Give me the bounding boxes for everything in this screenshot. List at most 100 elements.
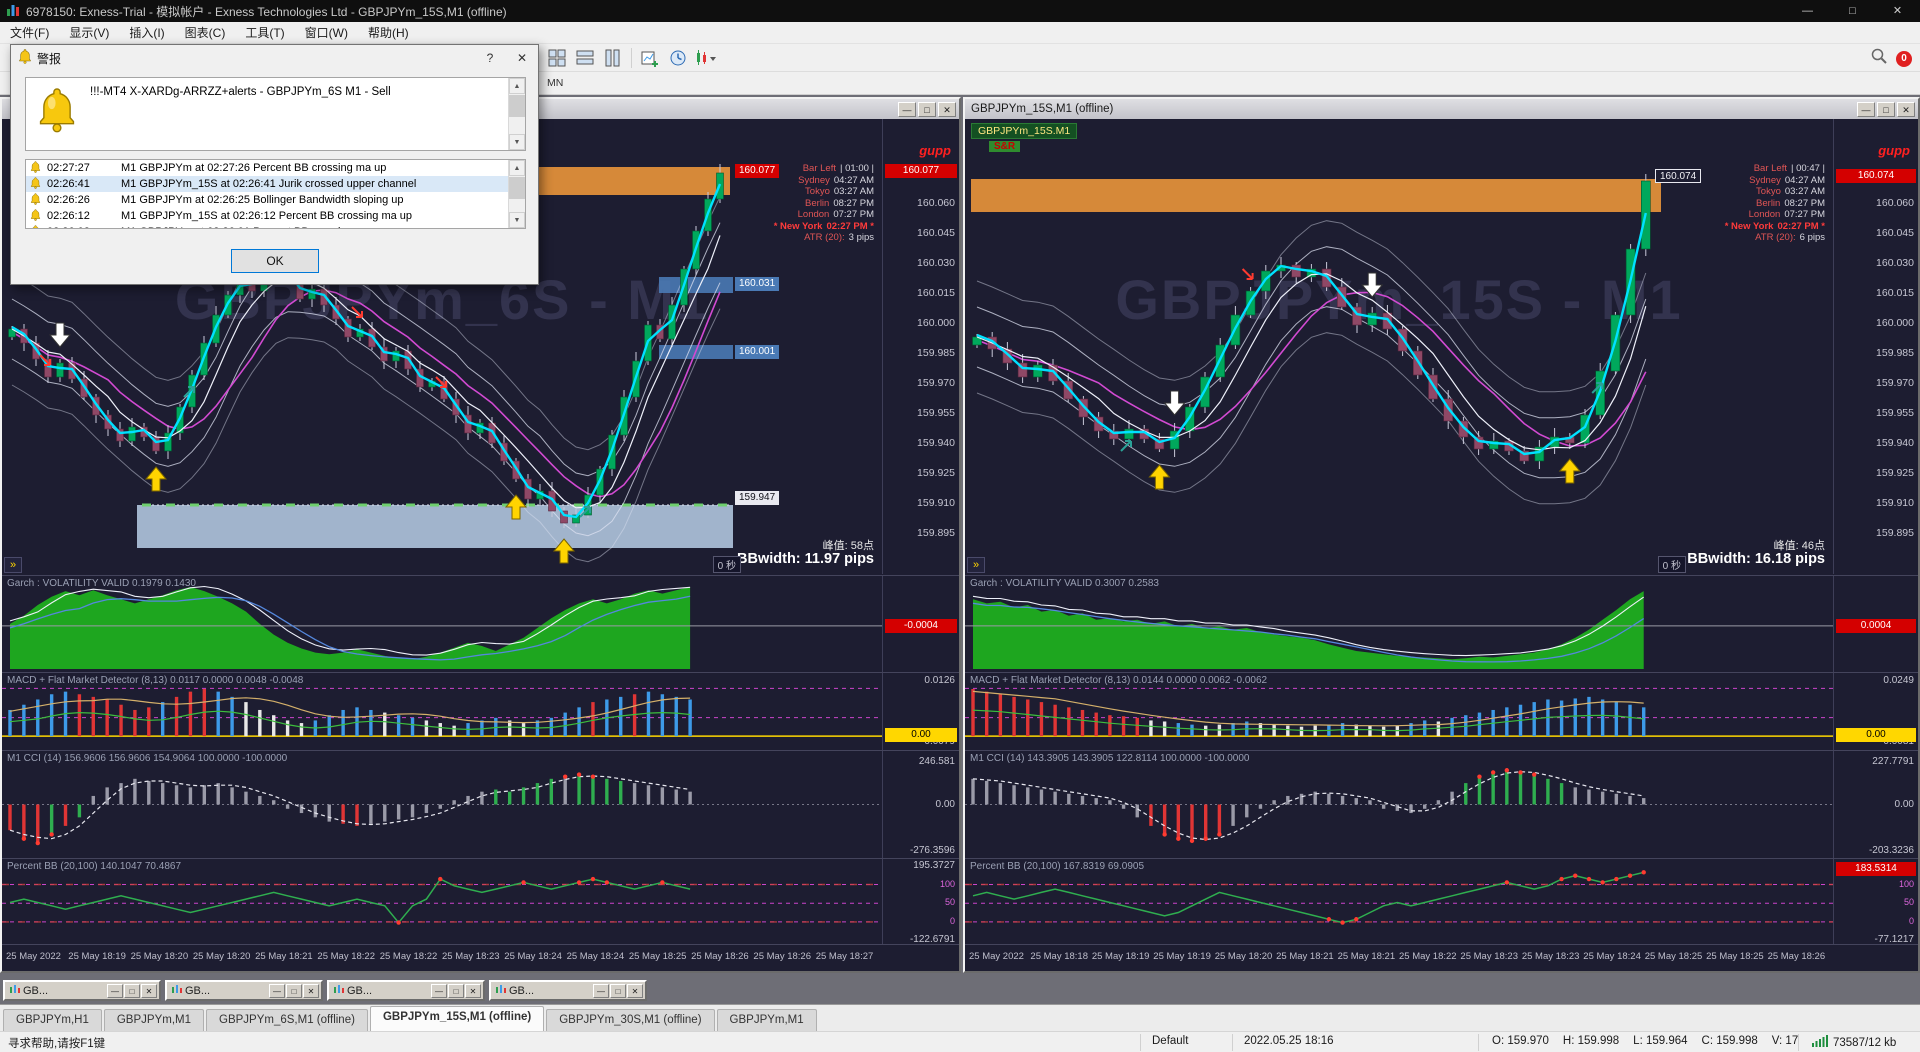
time-axis-label: 25 May 18:23 [1521,951,1580,962]
tab-gbpjpym-m1[interactable]: GBPJPYm,M1 [103,1009,204,1031]
expand-panes-button[interactable]: » [967,557,986,573]
tab-gbpjpym-6s[interactable]: GBPJPYm_6S,M1 (offline) [206,1009,368,1031]
time-axis-label: 25 May 18:21 [1337,951,1396,962]
restore-icon[interactable]: — [107,983,123,998]
restore-icon[interactable]: — [431,983,447,998]
minimized-window-2[interactable]: GB... — □ ✕ [165,980,323,1001]
time-axis-label: 25 May 18:20 [130,951,189,962]
notification-badge[interactable]: 0 [1896,50,1912,67]
search-icon[interactable] [1870,47,1888,70]
indicator-axis-label: 0.00 [1894,798,1914,810]
window-minimize-button[interactable]: — [1857,101,1875,117]
menu-window[interactable]: 窗口(W) [295,22,358,43]
symbol-label: GBPJPYm_15S.M1 [971,123,1078,139]
price-tag: 160.031 [735,277,780,291]
time-axis-label: 25 May 18:21 [255,951,313,962]
chart-template-icon[interactable] [693,46,719,70]
tab-gbpjpym-30s[interactable]: GBPJPYm_30S,M1 (offline) [546,1009,715,1031]
alert-row[interactable]: 02:26:02 M1 GBPJPYm at 02:26:01 Percent … [26,224,525,228]
menu-insert[interactable]: 插入(I) [119,22,174,43]
alert-time: 02:27:27 [47,162,90,174]
scroll-up-icon[interactable]: ▲ [509,78,525,94]
menu-bar: 文件(F) 显示(V) 插入(I) 图表(C) 工具(T) 窗口(W) 帮助(H… [0,22,1920,44]
period-cycles-icon[interactable] [665,46,691,70]
alert-row[interactable]: 02:26:26 M1 GBPJPYm at 02:26:25 Bollinge… [26,192,525,208]
tab-gbpjpym-15s[interactable]: GBPJPYm_15S,M1 (offline) [369,1006,545,1031]
tile-windows-icon[interactable] [544,46,570,70]
right-price-axis: 160.074 160.060 160.045 160.030 160.015 160.0… [1833,119,1918,574]
close-button[interactable]: ✕ [1875,0,1920,22]
scroll-thumb[interactable] [509,95,525,117]
signal-bars-icon [1812,1035,1828,1050]
close-icon[interactable]: ✕ [141,983,157,998]
chart-icon [334,984,344,997]
minimized-window-4[interactable]: GB... — □ ✕ [489,980,647,1001]
right-body[interactable]: GBPJPYm_15S - M1 GBPJPYm_15S.M1 S&R gupp… [965,119,1918,971]
window-minimize-button[interactable]: — [898,101,916,117]
new-chart-icon[interactable] [637,46,663,70]
info-line: Tokyo 03:27 AM [1756,186,1825,197]
right-pane-2-svg [965,768,1833,844]
scrollbar[interactable]: ▲ ▼ [508,78,525,150]
status-connection: 73587/12 kb [1812,1035,1896,1050]
alerts-list[interactable]: 02:27:27 M1 GBPJPYm at 02:27:26 Percent … [25,159,526,229]
dialog-title-bar[interactable]: 警报 ? ✕ [11,45,538,71]
right-time-axis[interactable]: 25 May 2022 25 May 18:18 25 May 18:19 25 Ma… [965,944,1918,970]
minimized-window-1[interactable]: GB... — □ ✕ [3,980,161,1001]
traffic-label: 73587/12 kb [1833,1036,1897,1049]
minimize-button[interactable]: — [1785,0,1830,22]
scroll-down-icon[interactable]: ▼ [509,134,525,150]
scroll-down-icon[interactable]: ▼ [509,212,525,228]
window-restore-button[interactable]: □ [1877,101,1895,117]
close-icon[interactable]: ✕ [465,983,481,998]
menu-help[interactable]: 帮助(H) [358,22,419,43]
indicator-axis-label: -276.3596 [909,844,955,856]
status-profile[interactable]: Default [1152,1035,1188,1047]
dialog-close-button[interactable]: ✕ [506,45,538,71]
restore-icon[interactable]: — [269,983,285,998]
maximize-icon[interactable]: □ [124,983,140,998]
restore-button[interactable]: □ [1830,0,1875,22]
scrollbar[interactable]: ▲ ▼ [508,160,525,228]
alerts-dialog[interactable]: 警报 ? ✕ !!!-MT4 X-XARDg-ARRZZ+alerts - GB… [10,44,539,285]
maximize-icon[interactable]: □ [610,983,626,998]
menu-tools[interactable]: 工具(T) [235,22,294,43]
left-time-axis[interactable]: 25 May 2022 25 May 18:19 25 May 18:20 25 Ma… [2,944,959,970]
menu-file[interactable]: 文件(F) [0,22,59,43]
window-close-button[interactable]: ✕ [1897,101,1915,117]
restore-icon[interactable]: — [593,983,609,998]
right-pane-percentbb: 100 50 0 -77.1217 183.5314 Percent BB (20,10… [965,858,1918,945]
period-mn-button[interactable]: MN [541,75,569,91]
window-close-button[interactable]: ✕ [938,101,956,117]
scroll-thumb[interactable] [509,177,525,199]
bell-icon [18,49,32,67]
scroll-up-icon[interactable]: ▲ [509,160,525,176]
info-line: Sydney 04:27 AM [1749,174,1825,186]
tab-gbpjpym-h1[interactable]: GBPJPYm,H1 [3,1009,102,1031]
info-line: London 07:27 PM [797,209,874,220]
chart-icon [172,984,182,997]
minimized-window-3[interactable]: GB... — □ ✕ [327,980,485,1001]
window-restore-button[interactable]: □ [918,101,936,117]
close-icon[interactable]: ✕ [627,983,643,998]
menu-view[interactable]: 显示(V) [59,22,119,43]
alert-message: M1 GBPJPYm at 02:26:25 Bollinger Bandwid… [121,194,404,206]
alert-row[interactable]: 02:27:27 M1 GBPJPYm at 02:27:26 Percent … [26,160,525,176]
price-axis-label: 160.015 [917,287,955,299]
menu-charts[interactable]: 图表(C) [175,22,236,43]
expand-panes-button[interactable]: » [4,557,23,573]
info-line: Berlin 08:27 PM [805,197,874,209]
time-axis-label: 25 May 18:19 [1153,951,1211,962]
arrange-horizontal-icon[interactable] [572,46,598,70]
alert-row[interactable]: 02:26:41 M1 GBPJPYm_15S at 02:26:41 Juri… [26,176,525,192]
tab-gbpjpym-m1-2[interactable]: GBPJPYm,M1 [716,1009,817,1031]
alert-row[interactable]: 02:26:12 M1 GBPJPYm_15S at 02:26:12 Perc… [26,208,525,224]
maximize-icon[interactable]: □ [448,983,464,998]
close-icon[interactable]: ✕ [303,983,319,998]
dialog-help-button[interactable]: ? [474,45,506,71]
alert-source-box: !!!-MT4 X-XARDg-ARRZZ+alerts - GBPJPYm_6… [25,77,526,151]
ok-button[interactable]: OK [231,249,319,273]
maximize-icon[interactable]: □ [286,983,302,998]
right-window-title-bar[interactable]: GBPJPYm_15S,M1 (offline) — □ ✕ [965,99,1918,119]
arrange-vertical-icon[interactable] [600,46,626,70]
